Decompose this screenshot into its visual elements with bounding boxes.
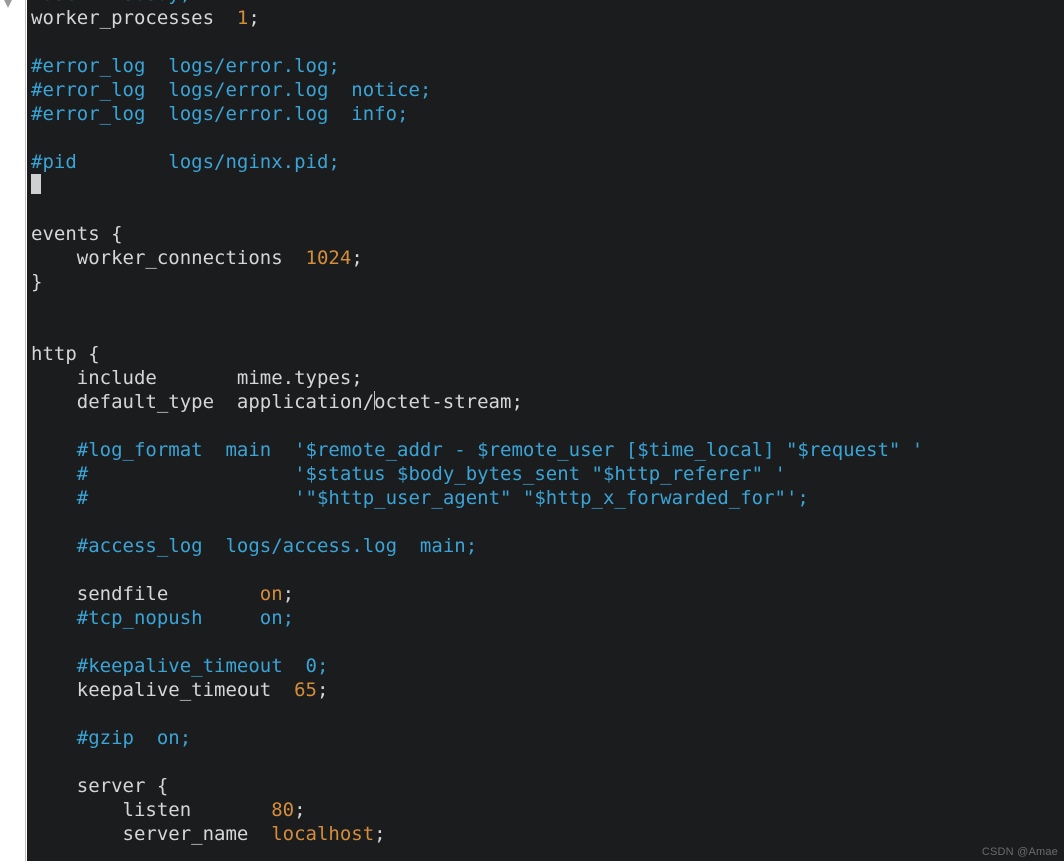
- code-editor[interactable]: #user nobody;worker_processes 1;#error_l…: [27, 0, 1064, 861]
- code-segment: keepalive_timeout: [31, 679, 294, 701]
- code-line[interactable]: }: [31, 270, 1060, 294]
- code-segment: [31, 463, 77, 485]
- watermark-text: CSDN @Amae: [982, 846, 1058, 858]
- code-line[interactable]: [31, 558, 1060, 582]
- code-segment: # '$status $body_bytes_sent "$http_refer…: [77, 463, 786, 485]
- code-segment: http {: [31, 343, 100, 365]
- code-segment: [31, 655, 77, 677]
- code-line[interactable]: # '$status $body_bytes_sent "$http_refer…: [31, 462, 1060, 486]
- code-line[interactable]: #log_format main '$remote_addr - $remote…: [31, 438, 1060, 462]
- code-segment: # '"$http_user_agent" "$http_x_forwarded…: [77, 487, 809, 509]
- fold-marker-icon[interactable]: ▾: [4, 0, 20, 12]
- code-line[interactable]: #pid logs/nginx.pid;: [31, 150, 1060, 174]
- code-segment: ;: [374, 823, 385, 845]
- code-line[interactable]: http {: [31, 342, 1060, 366]
- code-line[interactable]: [31, 126, 1060, 150]
- code-segment: ;: [317, 679, 328, 701]
- code-segment: localhost: [271, 823, 374, 845]
- code-segment: #gzip on;: [77, 727, 191, 749]
- code-segment: #access_log logs/access.log main;: [77, 535, 477, 557]
- code-line[interactable]: [31, 318, 1060, 342]
- code-segment: sendfile: [31, 583, 260, 605]
- code-segment: default_type application/: [31, 391, 374, 413]
- code-segment: [31, 607, 77, 629]
- code-segment: 80: [271, 799, 294, 821]
- code-line[interactable]: [31, 510, 1060, 534]
- code-segment: 65: [294, 679, 317, 701]
- code-line[interactable]: #tcp_nopush on;: [31, 606, 1060, 630]
- code-line[interactable]: [31, 294, 1060, 318]
- code-line[interactable]: [31, 630, 1060, 654]
- code-segment: #error_log logs/error.log notice;: [31, 79, 431, 101]
- gutter: ▾: [0, 0, 26, 861]
- code-line[interactable]: [31, 414, 1060, 438]
- code-segment: worker_connections: [31, 247, 306, 269]
- code-segment: #keepalive_timeout 0;: [77, 655, 329, 677]
- code-segment: [31, 727, 77, 749]
- code-line[interactable]: default_type application/octet-stream;: [31, 390, 1060, 414]
- code-segment: ;: [283, 583, 294, 605]
- code-line[interactable]: #error_log logs/error.log notice;: [31, 78, 1060, 102]
- code-segment: events {: [31, 223, 123, 245]
- code-segment: #error_log logs/error.log;: [31, 55, 340, 77]
- code-segment: 1024: [306, 247, 352, 269]
- code-line[interactable]: listen 80;: [31, 798, 1060, 822]
- code-segment: #error_log logs/error.log info;: [31, 103, 409, 125]
- code-segment: }: [31, 271, 42, 293]
- code-line[interactable]: #error_log logs/error.log;: [31, 54, 1060, 78]
- code-segment: ;: [351, 247, 362, 269]
- code-segment: server_name: [31, 823, 271, 845]
- code-line[interactable]: events {: [31, 222, 1060, 246]
- editor-frame: ▾ #user nobody;worker_processes 1;#error…: [0, 0, 1064, 861]
- code-line[interactable]: server {: [31, 774, 1060, 798]
- code-segment: [31, 439, 77, 461]
- code-segment: #tcp_nopush on;: [77, 607, 294, 629]
- code-segment: server {: [31, 775, 168, 797]
- code-line[interactable]: include mime.types;: [31, 366, 1060, 390]
- code-line[interactable]: [31, 750, 1060, 774]
- code-line[interactable]: #error_log logs/error.log info;: [31, 102, 1060, 126]
- code-line[interactable]: [31, 174, 1060, 198]
- code-line[interactable]: [31, 702, 1060, 726]
- code-line[interactable]: [31, 30, 1060, 54]
- code-segment: ;: [294, 799, 305, 821]
- code-segment: on: [260, 583, 283, 605]
- code-line[interactable]: server_name localhost;: [31, 822, 1060, 846]
- code-line[interactable]: [31, 198, 1060, 222]
- code-segment: #pid logs/nginx.pid;: [31, 151, 340, 173]
- code-segment: #user nobody;: [31, 0, 191, 5]
- code-segment: octet-stream;: [374, 391, 523, 413]
- code-line[interactable]: #gzip on;: [31, 726, 1060, 750]
- code-segment: listen: [31, 799, 271, 821]
- code-segment: 1: [237, 7, 248, 29]
- code-segment: include mime.types;: [31, 367, 363, 389]
- code-line[interactable]: keepalive_timeout 65;: [31, 678, 1060, 702]
- code-line[interactable]: worker_connections 1024;: [31, 246, 1060, 270]
- code-segment: [31, 487, 77, 509]
- code-line[interactable]: worker_processes 1;: [31, 6, 1060, 30]
- code-segment: worker_processes: [31, 7, 237, 29]
- code-line[interactable]: #keepalive_timeout 0;: [31, 654, 1060, 678]
- code-line[interactable]: sendfile on;: [31, 582, 1060, 606]
- code-segment: ;: [248, 7, 259, 29]
- code-segment: [31, 535, 77, 557]
- caret-icon: [31, 174, 41, 194]
- code-segment: #log_format main '$remote_addr - $remote…: [77, 439, 923, 461]
- code-line[interactable]: #access_log logs/access.log main;: [31, 534, 1060, 558]
- code-line[interactable]: # '"$http_user_agent" "$http_x_forwarded…: [31, 486, 1060, 510]
